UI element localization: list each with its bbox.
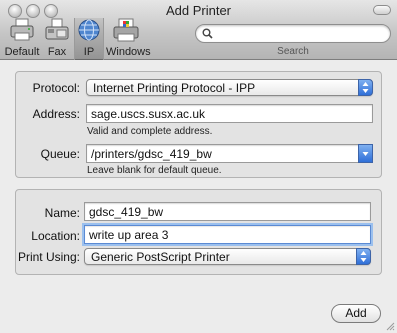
search-icon: [202, 28, 213, 39]
tool-windows[interactable]: Windows: [106, 18, 151, 60]
updown-arrows-icon: [356, 248, 371, 265]
location-value: write up area 3: [89, 228, 169, 242]
queue-combo[interactable]: /printers/gdsc_419_bw: [86, 144, 373, 163]
add-button[interactable]: Add: [331, 304, 381, 323]
updown-arrows-icon: [358, 79, 373, 96]
tool-fax-label: Fax: [47, 46, 67, 58]
search-label: Search: [277, 46, 309, 57]
address-field[interactable]: sage.uscs.susx.ac.uk: [86, 104, 373, 123]
queue-value: /printers/gdsc_419_bw: [91, 147, 212, 161]
address-hint: Valid and complete address.: [87, 126, 213, 137]
tool-ip-label: IP: [83, 46, 95, 58]
location-label: Location:: [31, 229, 80, 243]
globe-icon: [75, 18, 103, 42]
name-field[interactable]: gdsc_419_bw: [84, 202, 371, 221]
print-using-label: Print Using:: [17, 250, 80, 264]
tool-ip[interactable]: IP: [74, 18, 104, 60]
windows-printer-icon: [112, 18, 140, 42]
protocol-popup[interactable]: Internet Printing Protocol - IPP: [86, 79, 373, 96]
window-title: Add Printer: [165, 3, 232, 18]
address-value: sage.uscs.susx.ac.uk: [91, 107, 206, 121]
protocol-label: Protocol:: [32, 81, 80, 95]
tool-fax[interactable]: Fax: [40, 18, 74, 60]
resize-grip-icon[interactable]: [385, 321, 395, 331]
queue-label: Queue:: [40, 147, 80, 161]
name-value: gdsc_419_bw: [89, 205, 164, 219]
chevron-down-icon[interactable]: [358, 144, 373, 163]
address-label: Address:: [32, 107, 80, 121]
search-input[interactable]: [216, 26, 388, 42]
queue-hint: Leave blank for default queue.: [87, 165, 222, 176]
print-using-value: Generic PostScript Printer: [91, 250, 230, 264]
print-using-popup[interactable]: Generic PostScript Printer: [84, 248, 371, 265]
printer-icon: [8, 18, 36, 42]
tool-default[interactable]: Default: [4, 18, 40, 60]
protocol-value: Internet Printing Protocol - IPP: [93, 81, 256, 95]
name-label: Name:: [44, 206, 80, 220]
tool-windows-label: Windows: [106, 46, 151, 58]
toolbar-toggle-button[interactable]: [373, 5, 391, 15]
tool-default-label: Default: [4, 46, 40, 58]
window-toolbar: Add Printer Default Fax IP Windows Searc…: [0, 0, 397, 60]
search-field[interactable]: [195, 24, 391, 43]
location-field[interactable]: write up area 3: [84, 225, 371, 244]
add-printer-window: Add Printer Default Fax IP Windows Searc…: [0, 0, 397, 333]
fax-icon: [43, 18, 71, 42]
